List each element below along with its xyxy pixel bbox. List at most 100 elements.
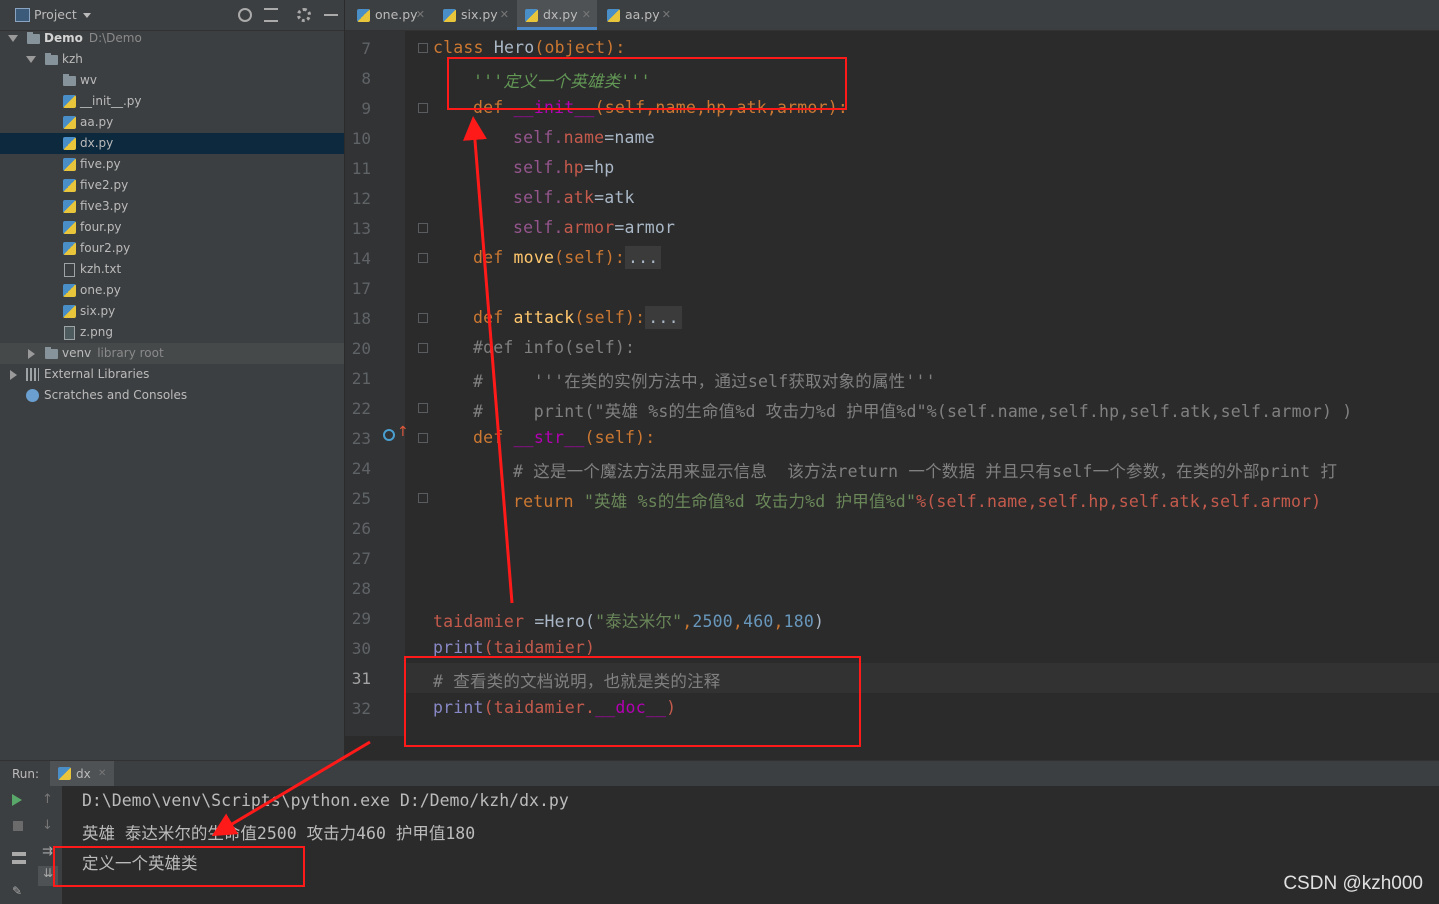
code-line-21: # '''在类的实例方法中，通过self获取对象的属性'''	[473, 372, 936, 391]
tree-item-wv[interactable]: wv	[0, 70, 344, 91]
fold-marker-icon[interactable]	[418, 493, 428, 503]
text-file-icon	[64, 263, 75, 277]
stop-icon[interactable]	[13, 821, 23, 831]
locate-target-icon[interactable]	[238, 8, 252, 22]
line-number: 31	[351, 669, 371, 688]
minimize-icon[interactable]	[324, 14, 338, 16]
line-number: 7	[361, 39, 371, 58]
override-gutter-icon[interactable]	[383, 429, 395, 441]
code-line-23: def __str__(self):	[473, 428, 656, 447]
line-number: 21	[351, 369, 371, 388]
tree-label: wv	[80, 73, 97, 87]
close-icon[interactable]: ✕	[416, 0, 425, 30]
tree-item-init-py[interactable]: __init__.py	[0, 91, 344, 112]
tree-label: four.py	[80, 220, 122, 234]
tree-item-scratches[interactable]: Scratches and Consoles	[0, 385, 344, 406]
gear-icon[interactable]	[297, 8, 311, 22]
down-arrow-icon[interactable]: ↓	[42, 818, 56, 833]
python-file-icon	[58, 767, 71, 780]
console-line: 英雄 泰达米尔的生命值2500 攻击力460 护甲值180	[82, 824, 476, 843]
tree-label: Scratches and Consoles	[44, 388, 188, 402]
code-editor[interactable]: 7 8 9 10 11 12 13 14 17 18 20 21 22 23 2…	[345, 31, 1439, 736]
python-file-icon	[63, 179, 76, 192]
expand-arrow-icon[interactable]	[28, 349, 35, 359]
tree-item-kzh-txt[interactable]: kzh.txt	[0, 259, 344, 280]
pin-icon[interactable]: ✎	[12, 884, 26, 898]
close-icon[interactable]: ✕	[98, 761, 106, 787]
line-number: 29	[351, 609, 371, 628]
code-line-29: taidamier =Hero("泰达米尔",2500,460,180)	[433, 612, 825, 631]
python-file-icon	[63, 242, 76, 255]
tree-item-five-py[interactable]: five.py	[0, 154, 344, 175]
tab-one-py[interactable]: one.py ✕	[349, 0, 431, 30]
rerun-icon[interactable]	[12, 794, 22, 806]
expand-arrow-icon[interactable]	[10, 370, 17, 380]
tree-item-six-py[interactable]: six.py	[0, 301, 344, 322]
fold-marker-icon[interactable]	[418, 223, 428, 233]
fold-marker-icon[interactable]	[418, 43, 428, 53]
expand-arrow-icon[interactable]	[8, 35, 18, 42]
tree-item-five3-py[interactable]: five3.py	[0, 196, 344, 217]
tab-aa-py[interactable]: aa.py ✕	[599, 0, 677, 30]
tree-item-four-py[interactable]: four.py	[0, 217, 344, 238]
close-icon[interactable]: ✕	[500, 0, 509, 30]
annotation-box-output	[53, 846, 305, 887]
run-tool-header: Run: dx ✕	[0, 760, 1439, 787]
run-config-tab[interactable]: dx ✕	[50, 761, 114, 787]
line-number: 32	[351, 699, 371, 718]
tree-item-aa-py[interactable]: aa.py	[0, 112, 344, 133]
fold-marker-icon[interactable]	[418, 343, 428, 353]
tab-label: aa.py	[625, 7, 660, 22]
fold-marker-icon[interactable]	[418, 433, 428, 443]
code-line-22: # print("英雄 %s的生命值%d 攻击力%d 护甲值%d"%(self.…	[473, 402, 1353, 421]
folded-block[interactable]: ...	[625, 246, 662, 269]
tree-item-five2-py[interactable]: five2.py	[0, 175, 344, 196]
code-line-25: return "英雄 %s的生命值%d 攻击力%d 护甲值%d"%(self.n…	[513, 492, 1322, 511]
line-number: 26	[351, 519, 371, 538]
tree-item-venv[interactable]: venv library root	[0, 343, 344, 364]
python-file-icon	[63, 158, 76, 171]
line-number: 11	[351, 159, 371, 178]
python-file-icon	[63, 95, 76, 108]
collapse-all-icon[interactable]	[264, 8, 278, 22]
tree-label: six.py	[80, 304, 116, 318]
tree-label: dx.py	[80, 136, 114, 150]
tab-six-py[interactable]: six.py ✕	[435, 0, 515, 30]
tree-item-external-libraries[interactable]: External Libraries	[0, 364, 344, 385]
tree-item-kzh[interactable]: kzh	[0, 49, 344, 70]
library-icon	[26, 368, 39, 381]
tab-label: one.py	[375, 7, 418, 22]
tab-dx-py[interactable]: dx.py ✕	[517, 0, 597, 30]
up-arrow-icon[interactable]: ↑	[397, 424, 409, 440]
close-icon[interactable]: ✕	[582, 0, 591, 30]
fold-marker-icon[interactable]	[418, 103, 428, 113]
run-label: Run:	[12, 767, 40, 781]
line-number: 25	[351, 489, 371, 508]
close-icon[interactable]: ✕	[662, 0, 671, 30]
tree-item-z-png[interactable]: z.png	[0, 322, 344, 343]
project-view-selector[interactable]: Project	[34, 7, 77, 22]
project-window-icon	[15, 8, 30, 22]
tree-item-dx-py[interactable]: dx.py	[0, 133, 344, 154]
fold-marker-icon[interactable]	[418, 403, 428, 413]
expand-arrow-icon[interactable]	[26, 56, 36, 63]
layout-icon[interactable]	[12, 852, 26, 864]
tree-label: kzh	[62, 52, 83, 66]
folder-icon	[63, 74, 76, 86]
tree-item-one-py[interactable]: one.py	[0, 280, 344, 301]
tree-label: five3.py	[80, 199, 129, 213]
python-file-icon	[63, 137, 76, 150]
fold-expand-icon[interactable]	[418, 313, 428, 323]
python-file-icon	[63, 221, 76, 234]
up-arrow-icon[interactable]: ↑	[42, 792, 56, 807]
line-number: 12	[351, 189, 371, 208]
folded-block[interactable]: ...	[645, 306, 682, 329]
scratches-icon	[26, 389, 39, 402]
tree-item-demo[interactable]: Demo D:\Demo	[0, 28, 344, 49]
chevron-down-icon[interactable]	[83, 13, 91, 18]
code-line-24: # 这是一个魔法方法用来显示信息 该方法return 一个数据 并且只有self…	[513, 462, 1338, 481]
code-line-30: print(taidamier)	[433, 638, 596, 657]
tree-item-four2-py[interactable]: four2.py	[0, 238, 344, 259]
fold-expand-icon[interactable]	[418, 253, 428, 263]
python-file-icon	[525, 9, 538, 22]
